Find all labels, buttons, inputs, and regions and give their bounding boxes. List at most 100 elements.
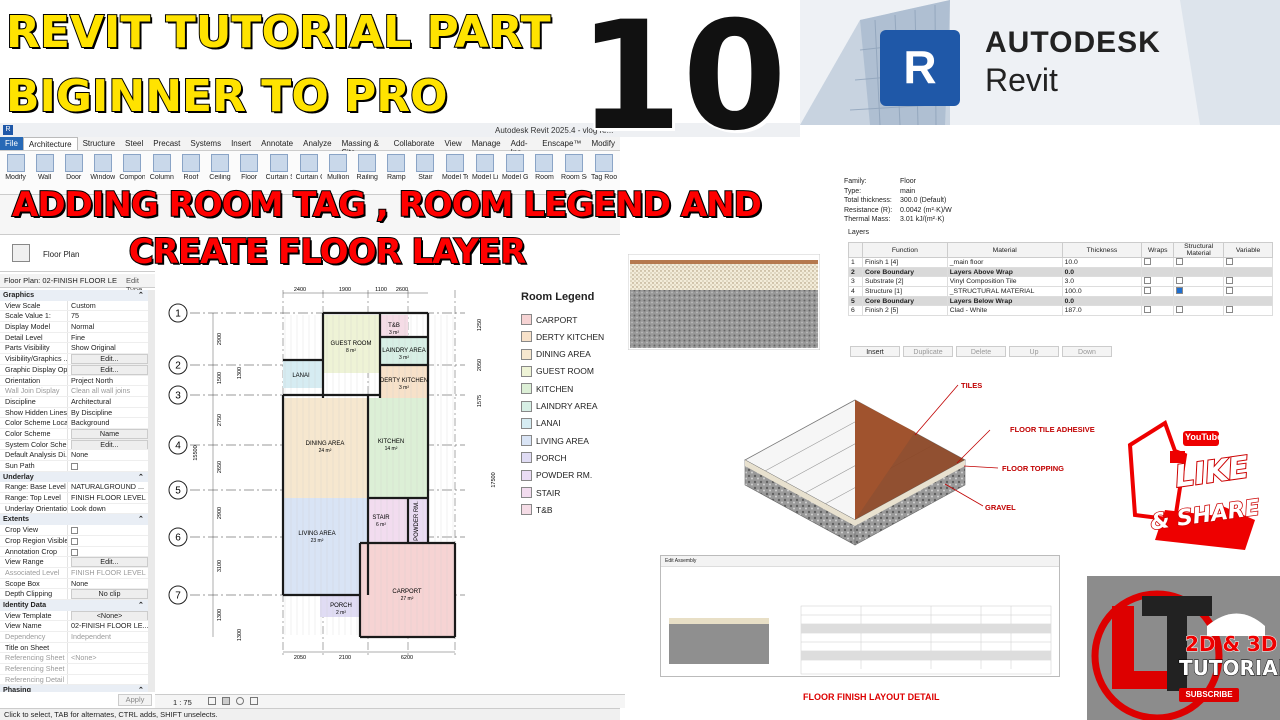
- layer-row[interactable]: 4 Structure [1] _STRUCTURAL MATERIAL 100.0: [848, 286, 1273, 298]
- layer-checkbox[interactable]: [1144, 306, 1152, 314]
- sun-path-icon[interactable]: [236, 697, 245, 705]
- collapse-icon[interactable]: ⌃: [138, 290, 144, 301]
- section-phasing[interactable]: Phasing ⌃: [0, 685, 148, 692]
- layer-option-cell[interactable]: [1173, 257, 1225, 268]
- layer-row[interactable]: 2 Core Boundary Layers Above Wrap 0.0: [848, 266, 1273, 278]
- layer-checkbox[interactable]: [1176, 306, 1184, 314]
- property-value[interactable]: Fine: [67, 332, 148, 343]
- layer-option-cell[interactable]: [1173, 296, 1225, 307]
- collapse-icon[interactable]: ⌃: [138, 514, 144, 525]
- property-value[interactable]: Look down: [67, 503, 148, 514]
- layer-option-cell[interactable]: [1223, 305, 1273, 317]
- layer-row[interactable]: 1 Finish 1 [4] _main floor 10.0: [848, 257, 1273, 268]
- detail-level-icon[interactable]: [207, 697, 216, 705]
- layer-cell-n[interactable]: 6: [848, 305, 863, 317]
- layer-cell-f[interactable]: Finish 1 [4]: [861, 257, 948, 268]
- layer-checkbox[interactable]: [1226, 277, 1234, 285]
- collapse-icon[interactable]: ⌃: [138, 600, 144, 611]
- layer-option-cell[interactable]: [1141, 296, 1175, 307]
- section-identity-data[interactable]: Identity Data ⌃: [0, 599, 148, 611]
- property-value[interactable]: 02-FINISH FLOOR LE...: [67, 621, 148, 631]
- layer-cell-n[interactable]: 1: [848, 257, 863, 268]
- property-checkbox[interactable]: [71, 548, 78, 556]
- layer-cell-n[interactable]: 5: [848, 296, 863, 307]
- property-value[interactable]: By Discipline: [67, 407, 148, 418]
- property-value[interactable]: 75: [67, 311, 148, 322]
- view-scale[interactable]: 1 : 75: [173, 698, 192, 707]
- apply-button[interactable]: Apply: [118, 694, 152, 706]
- tab-massing-site[interactable]: Massing & Site: [337, 137, 389, 157]
- property-checkbox[interactable]: [71, 527, 78, 535]
- layer-cell-t[interactable]: 0.0: [1061, 296, 1143, 307]
- property-value[interactable]: NATURALGROUND ...: [67, 482, 148, 493]
- tab-precast[interactable]: Precast: [148, 137, 185, 150]
- property-value[interactable]: Architectural: [67, 396, 148, 407]
- layer-checkbox[interactable]: [1144, 277, 1152, 285]
- property-value[interactable]: Name: [67, 428, 148, 439]
- tab-analyze[interactable]: Analyze: [298, 137, 336, 150]
- layer-cell-n[interactable]: 2: [848, 266, 863, 278]
- layer-cell-t[interactable]: 187.0: [1061, 305, 1143, 317]
- layer-option-cell[interactable]: [1173, 286, 1225, 298]
- visual-style-icon[interactable]: [221, 697, 230, 705]
- layer-row[interactable]: 3 Substrate [2] Vinyl Composition Tile 3.0: [848, 276, 1273, 288]
- property-value[interactable]: FINISH FLOOR LEVEL: [67, 493, 148, 503]
- layer-cell-t[interactable]: 100.0: [1061, 286, 1143, 298]
- delete-button[interactable]: Delete: [956, 346, 1006, 357]
- section-graphics[interactable]: Graphics ⌃: [0, 290, 148, 301]
- insert-button[interactable]: Insert: [850, 346, 900, 357]
- tab-add-ins[interactable]: Add-Ins: [506, 137, 538, 157]
- tab-architecture[interactable]: Architecture: [22, 137, 78, 150]
- layer-option-cell[interactable]: [1141, 305, 1175, 317]
- layer-option-cell[interactable]: [1223, 296, 1273, 307]
- collapse-icon[interactable]: ⌃: [138, 685, 144, 692]
- property-button[interactable]: Edit...: [71, 364, 148, 375]
- layer-cell-m[interactable]: Layers Below Wrap: [946, 296, 1063, 307]
- tab-view[interactable]: View: [439, 137, 466, 150]
- layer-option-cell[interactable]: [1223, 257, 1273, 268]
- tab-systems[interactable]: Systems: [185, 137, 226, 150]
- layer-option-cell[interactable]: [1141, 286, 1175, 298]
- property-checkbox[interactable]: [71, 537, 78, 545]
- property-value[interactable]: [67, 525, 148, 535]
- layer-option-cell[interactable]: [1141, 276, 1175, 288]
- property-value[interactable]: Background: [67, 418, 148, 428]
- tab-file[interactable]: File: [0, 137, 23, 150]
- layer-cell-f[interactable]: Core Boundary: [861, 296, 948, 307]
- tab-structure[interactable]: Structure: [78, 137, 120, 150]
- tab-steel[interactable]: Steel: [120, 137, 148, 150]
- property-button[interactable]: No clip: [71, 589, 148, 599]
- property-button[interactable]: Edit...: [71, 557, 148, 567]
- property-button[interactable]: Name: [71, 428, 148, 439]
- layer-checkbox[interactable]: [1144, 258, 1152, 265]
- layer-option-cell[interactable]: [1223, 266, 1273, 278]
- property-value[interactable]: Project North: [67, 375, 148, 386]
- layer-checkbox[interactable]: [1176, 277, 1184, 285]
- layer-cell-t[interactable]: 3.0: [1061, 276, 1143, 288]
- view-selector[interactable]: Floor Plan: 02-FINISH FLOOR LE Edit Type: [0, 274, 155, 294]
- property-value[interactable]: Edit...: [67, 364, 148, 375]
- properties-scrollbar[interactable]: [148, 290, 155, 692]
- crop-icon[interactable]: [250, 697, 259, 705]
- layer-cell-m[interactable]: _STRUCTURAL MATERIAL: [946, 286, 1063, 298]
- property-value[interactable]: Custom: [67, 300, 148, 311]
- duplicate-button[interactable]: Duplicate: [903, 346, 953, 357]
- layer-option-cell[interactable]: [1141, 257, 1175, 268]
- layer-cell-t[interactable]: 10.0: [1061, 257, 1143, 268]
- layer-row[interactable]: 5 Core Boundary Layers Below Wrap 0.0: [848, 296, 1273, 307]
- layer-option-cell[interactable]: [1223, 276, 1273, 288]
- property-button[interactable]: Edit...: [71, 439, 148, 450]
- property-value[interactable]: No clip: [67, 589, 148, 599]
- property-value[interactable]: None: [67, 450, 148, 460]
- layer-cell-t[interactable]: 0.0: [1061, 266, 1143, 278]
- tab-annotate[interactable]: Annotate: [256, 137, 298, 150]
- section-extents[interactable]: Extents ⌃: [0, 514, 148, 526]
- collapse-icon[interactable]: ⌃: [138, 472, 144, 483]
- property-value[interactable]: [67, 461, 148, 471]
- property-button[interactable]: <None>: [71, 610, 148, 621]
- layer-cell-m[interactable]: _main floor: [946, 257, 1063, 268]
- layer-cell-n[interactable]: 4: [848, 286, 863, 298]
- down-button[interactable]: Down: [1062, 346, 1112, 357]
- tab-insert[interactable]: Insert: [226, 137, 256, 150]
- property-value[interactable]: None: [67, 578, 148, 589]
